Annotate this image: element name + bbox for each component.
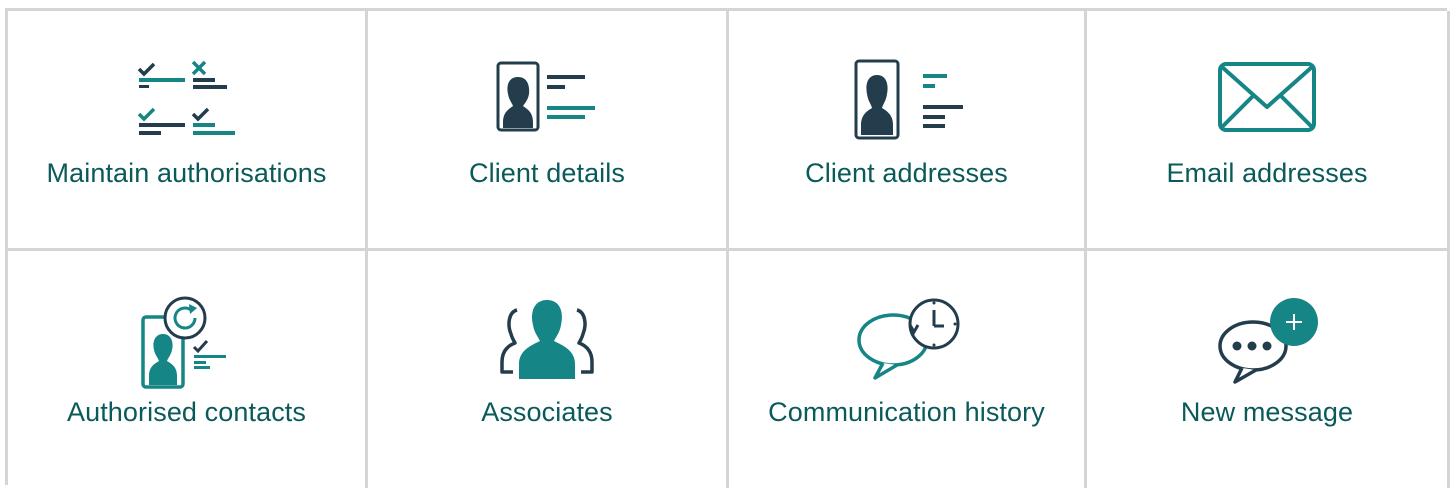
speech-bubble-plus-icon <box>1218 298 1318 384</box>
tile-label: Communication history <box>768 397 1045 427</box>
client-card-icon <box>496 61 595 132</box>
tile-communication-history[interactable]: Communication history <box>729 251 1087 488</box>
tile-label: New message <box>1180 397 1354 427</box>
tile-label: Email addresses <box>1166 158 1368 188</box>
tile-email-addresses[interactable]: Email addresses <box>1087 11 1450 251</box>
people-group-icon <box>500 300 594 379</box>
tile-associates[interactable]: Associates <box>368 251 729 488</box>
authorised-contact-refresh-icon <box>140 296 226 389</box>
service-tile-grid: Maintain authorisations Client details C… <box>5 8 1450 488</box>
tile-label: Maintain authorisations <box>46 158 327 188</box>
tile-authorised-contacts[interactable]: Authorised contacts <box>8 251 368 488</box>
client-address-card-icon <box>854 59 963 140</box>
envelope-icon <box>1218 62 1316 132</box>
tile-maintain-authorisations[interactable]: Maintain authorisations <box>8 11 368 251</box>
tile-label: Client details <box>469 158 625 188</box>
speech-bubble-clock-icon <box>856 298 959 380</box>
checklist-icon <box>137 60 235 135</box>
tile-label: Client addresses <box>805 158 1008 188</box>
tile-label: Authorised contacts <box>66 397 307 427</box>
tile-client-addresses[interactable]: Client addresses <box>729 11 1087 251</box>
tile-new-message[interactable]: New message <box>1087 251 1450 488</box>
tile-label: Associates <box>481 397 613 427</box>
tile-client-details[interactable]: Client details <box>368 11 729 251</box>
